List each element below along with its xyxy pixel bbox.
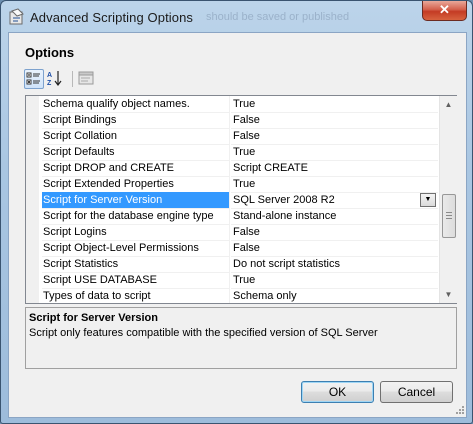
description-title: Script for Server Version xyxy=(29,312,158,324)
thumb-grip-line xyxy=(446,215,452,216)
property-row[interactable]: Script USE DATABASE True xyxy=(39,272,439,289)
scrollbar-thumb[interactable] xyxy=(442,194,456,238)
property-value[interactable]: False xyxy=(231,128,438,145)
vertical-scrollbar[interactable]: ▲ ▼ xyxy=(439,96,457,303)
property-name[interactable]: Types of data to script xyxy=(42,288,230,303)
property-row[interactable]: Script for Server Version SQL Server 2008… xyxy=(39,192,439,209)
property-value[interactable]: Do not script statistics xyxy=(231,256,438,273)
property-name[interactable]: Script Extended Properties xyxy=(42,176,230,193)
property-value[interactable]: Script CREATE xyxy=(231,160,438,177)
categorized-button[interactable] xyxy=(24,69,44,89)
ok-button[interactable]: OK xyxy=(301,381,374,403)
property-name[interactable]: Script for Server Version xyxy=(42,192,230,209)
categorized-icon xyxy=(26,72,40,85)
property-pages-button[interactable] xyxy=(77,69,97,89)
thumb-grip-line xyxy=(446,212,452,213)
property-value[interactable]: True xyxy=(231,176,438,193)
property-value[interactable]: False xyxy=(231,224,438,241)
property-row[interactable]: Script Bindings False xyxy=(39,112,439,129)
cancel-button[interactable]: Cancel xyxy=(380,381,453,403)
alphabetical-sort-icon: A Z xyxy=(47,71,62,87)
property-value[interactable]: True xyxy=(231,272,438,289)
property-name[interactable]: Script Bindings xyxy=(42,112,230,129)
property-value[interactable]: Schema only xyxy=(231,288,438,303)
property-name[interactable]: Script Statistics xyxy=(42,256,230,273)
app-icon xyxy=(9,8,24,25)
property-row[interactable]: Script Extended Properties True xyxy=(39,176,439,193)
property-row[interactable]: Script Statistics Do not script statistic… xyxy=(39,256,439,273)
property-row[interactable]: Script DROP and CREATE Script CREATE xyxy=(39,160,439,177)
dialog-window: Advanced Scripting Options should be sav… xyxy=(0,0,473,424)
property-pages-icon xyxy=(78,71,94,85)
property-row[interactable]: Types of data to script Schema only xyxy=(39,288,439,303)
property-name[interactable]: Schema qualify object names. xyxy=(42,96,230,113)
thumb-grip-line xyxy=(446,218,452,219)
window-title: Advanced Scripting Options xyxy=(30,10,194,25)
property-name[interactable]: Script Defaults xyxy=(42,144,230,161)
scroll-up-icon[interactable]: ▲ xyxy=(440,96,457,113)
resize-grip-icon[interactable] xyxy=(455,405,464,414)
property-value[interactable]: False xyxy=(231,112,438,129)
svg-text:A: A xyxy=(47,72,52,79)
dialog-client-area: Options A Z Schema qualify object names.… xyxy=(8,32,467,418)
dropdown-arrow-icon[interactable]: ▼ xyxy=(420,193,436,207)
property-row[interactable]: Script for the database engine type Stand… xyxy=(39,208,439,225)
property-rows: Schema qualify object names. True Script B… xyxy=(26,96,439,303)
close-icon: ✕ xyxy=(439,2,450,17)
scroll-down-icon[interactable]: ▼ xyxy=(440,286,457,303)
property-row[interactable]: Script Logins False xyxy=(39,224,439,241)
property-value[interactable]: SQL Server 2008 R2 xyxy=(231,192,438,209)
background-window-title: should be saved or published xyxy=(206,11,350,23)
close-button[interactable]: ✕ xyxy=(422,1,467,21)
property-name[interactable]: Script Logins xyxy=(42,224,230,241)
description-panel: Script for Server Version Script only fe… xyxy=(25,307,457,369)
property-value[interactable]: True xyxy=(231,96,438,113)
property-grid-toolbar: A Z xyxy=(24,68,454,90)
property-row[interactable]: Script Object-Level Permissions False xyxy=(39,240,439,257)
property-name[interactable]: Script for the database engine type xyxy=(42,208,230,225)
property-value[interactable]: True xyxy=(231,144,438,161)
alphabetical-button[interactable]: A Z xyxy=(46,69,66,89)
property-value[interactable]: False xyxy=(231,240,438,257)
property-name[interactable]: Script Object-Level Permissions xyxy=(42,240,230,257)
property-name[interactable]: Script Collation xyxy=(42,128,230,145)
property-name[interactable]: Script USE DATABASE xyxy=(42,272,230,289)
property-row[interactable]: Script Collation False xyxy=(39,128,439,145)
property-value[interactable]: Stand-alone instance xyxy=(231,208,438,225)
property-grid: Schema qualify object names. True Script B… xyxy=(25,95,457,304)
title-bar[interactable]: Advanced Scripting Options should be sav… xyxy=(1,1,472,33)
description-text: Script only features compatible with the… xyxy=(29,327,378,339)
options-heading: Options xyxy=(25,45,75,60)
property-name[interactable]: Script DROP and CREATE xyxy=(42,160,230,177)
property-row[interactable]: Schema qualify object names. True xyxy=(39,96,439,113)
property-row[interactable]: Script Defaults True xyxy=(39,144,439,161)
svg-text:Z: Z xyxy=(47,80,52,87)
property-grid-gutter xyxy=(26,96,39,303)
toolbar-separator xyxy=(72,71,73,87)
